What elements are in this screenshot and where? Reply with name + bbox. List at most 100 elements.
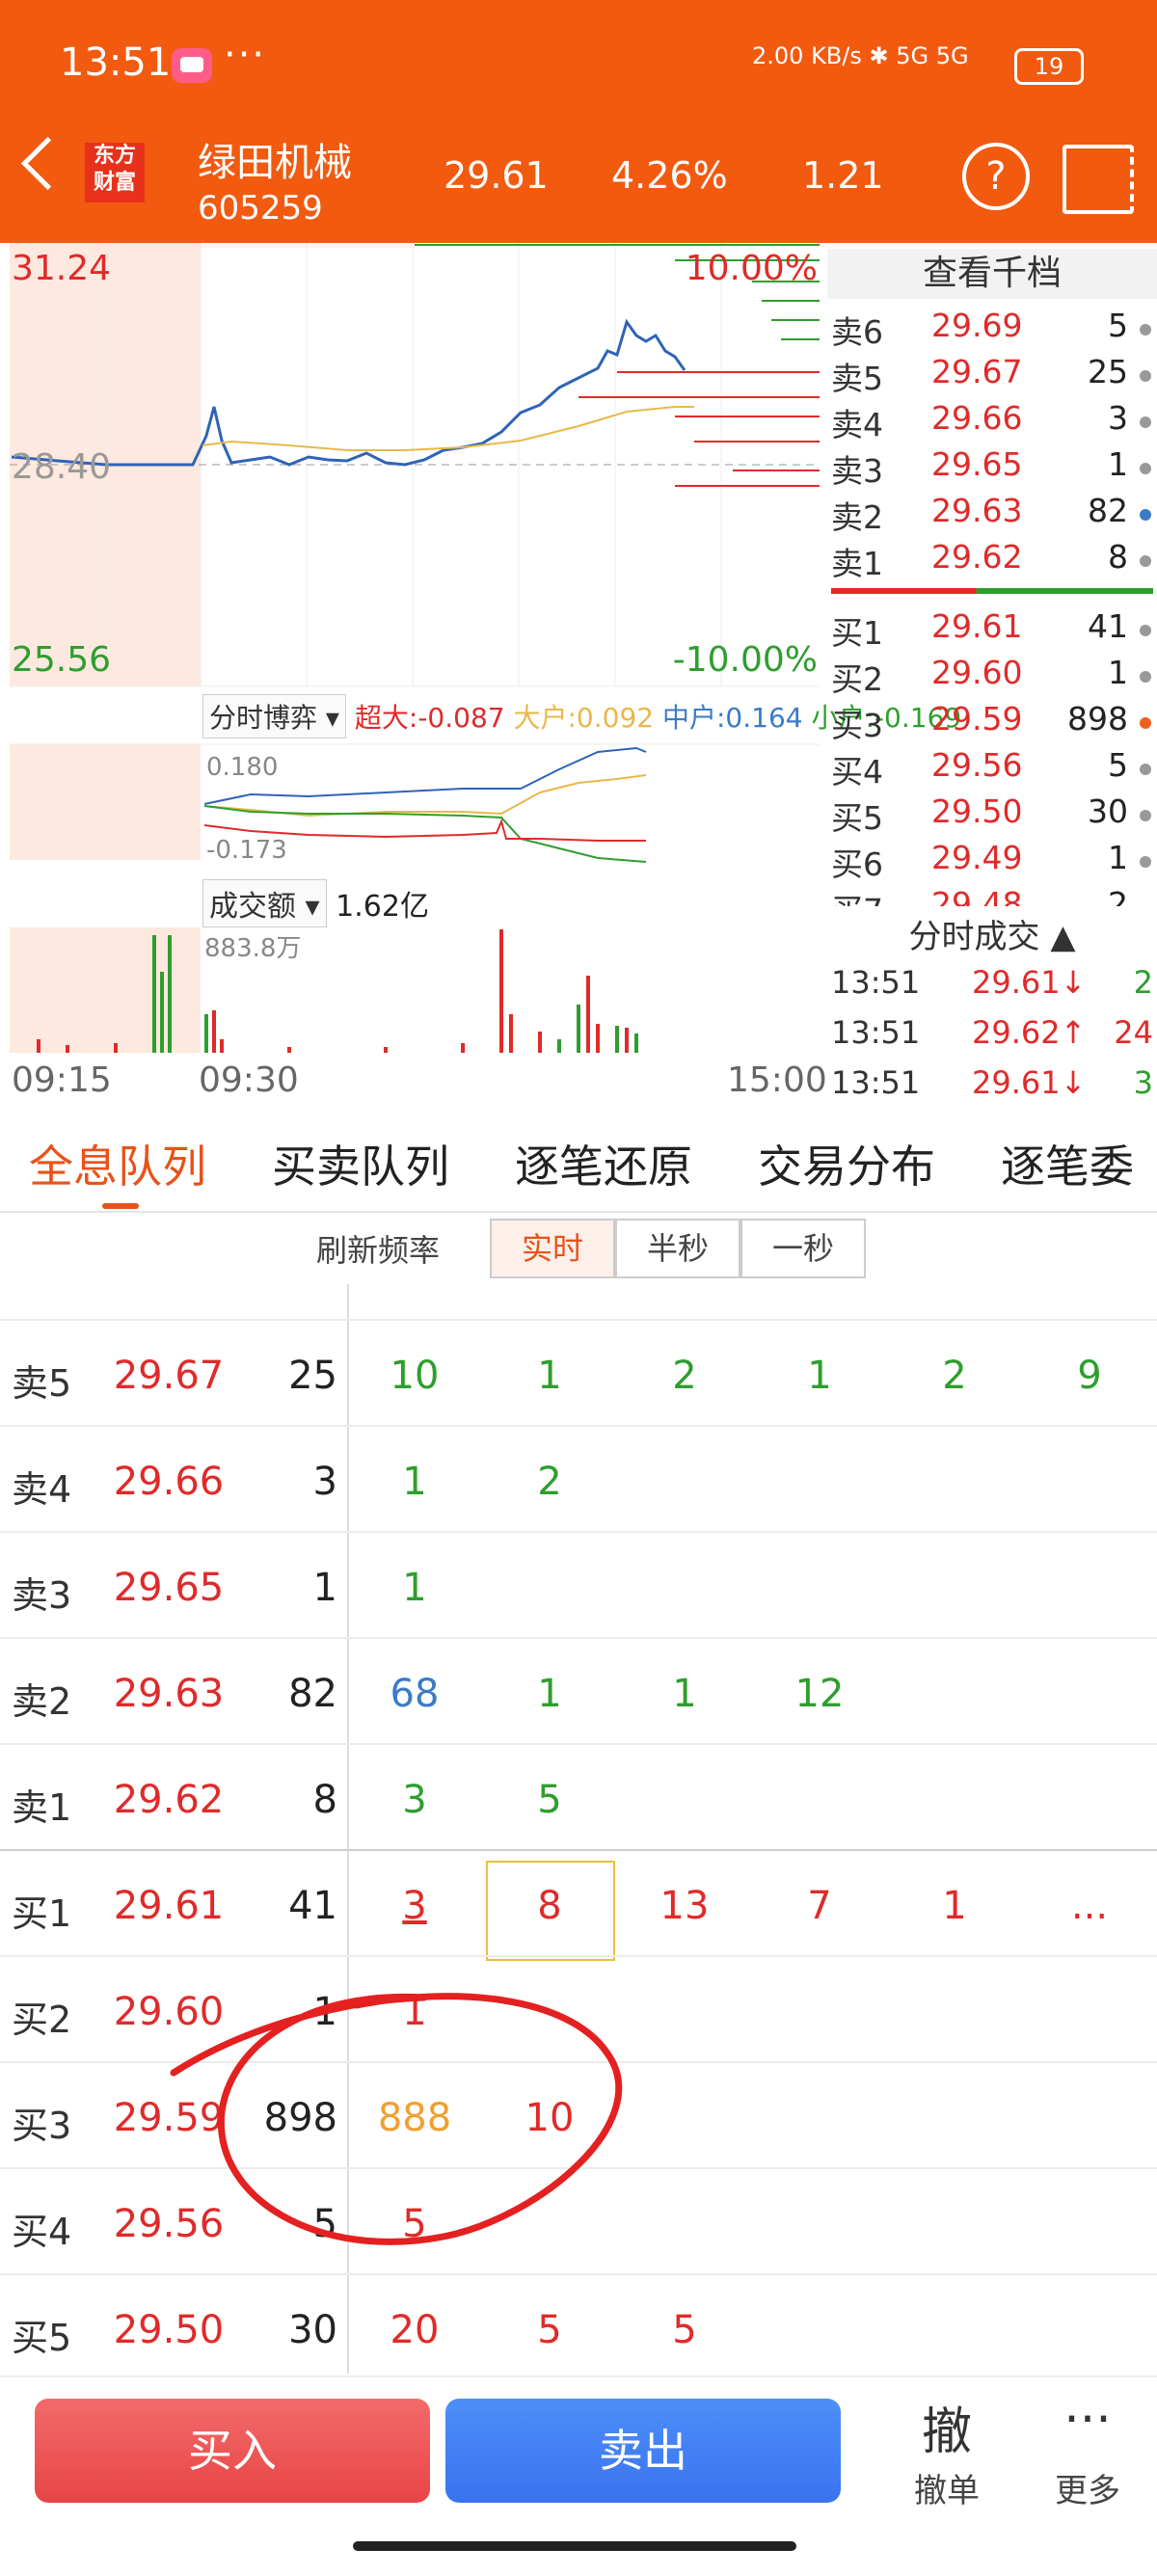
app-logo: 东方财富 xyxy=(85,143,145,202)
queue-level: 买1 xyxy=(12,1892,72,1935)
tab-tick-replay[interactable]: 逐笔还原 xyxy=(515,1132,692,1195)
indicator-select[interactable]: 分时博弈 ▾ xyxy=(202,694,346,738)
dot-icon xyxy=(1140,370,1151,382)
queue-order: 5 xyxy=(672,2308,697,2352)
stock-code: 605259 xyxy=(198,189,323,228)
header-change-pct: 4.26% xyxy=(611,154,728,197)
trade-price: 29.62↑ xyxy=(972,1014,1087,1051)
time-close: 15:00 xyxy=(727,1060,827,1100)
ask-row[interactable]: 卖3 29.65 1 xyxy=(827,445,1157,492)
queue-order: 10 xyxy=(390,1354,440,1398)
tab-full-queue[interactable]: 全息队列 xyxy=(29,1132,206,1195)
trade-volume: 2 xyxy=(1133,964,1153,1001)
battery-icon: 19 xyxy=(1014,48,1084,85)
avg-price-line xyxy=(202,406,694,451)
intraday-chart[interactable]: 31.24 28.40 25.56 10.00% -10.00% 0.180 -… xyxy=(0,243,825,1091)
refresh-onesec-button[interactable]: 一秒 xyxy=(740,1219,866,1278)
ask-row[interactable]: 卖5 29.67 25 xyxy=(827,353,1157,399)
chart-high-label: 31.24 xyxy=(12,249,111,288)
ask-label: 卖4 xyxy=(831,406,883,443)
bid-volume: 898 xyxy=(1067,700,1128,738)
hand-drawn-circle-annotation xyxy=(170,1993,623,2245)
bid-volume: 2 xyxy=(1108,885,1128,906)
bid-row[interactable]: 买6 29.49 1 xyxy=(827,839,1157,885)
bid-row[interactable]: 买7 29.48 2 xyxy=(827,885,1157,906)
cancel-order-label[interactable]: 撤单 xyxy=(889,2464,1005,2511)
buy-button[interactable]: 买入 xyxy=(35,2399,430,2503)
more-label[interactable]: 更多 xyxy=(1030,2464,1145,2511)
trade-time: 13:51 xyxy=(831,1064,921,1101)
bid-price: 29.50 xyxy=(931,792,1023,830)
queue-total: 3 xyxy=(312,1460,337,1504)
bid-price: 29.61 xyxy=(931,607,1023,645)
queue-row[interactable]: 卖5 29.67 25 10 1 2 1 2 9 xyxy=(0,1319,1157,1427)
queue-level: 买4 xyxy=(12,2211,72,2253)
app-notification-icon xyxy=(172,48,212,83)
queue-level: 卖1 xyxy=(12,1786,72,1829)
volume-select-label: 成交额 xyxy=(209,890,296,924)
volume-select[interactable]: 成交额 ▾ xyxy=(202,879,327,927)
ask-label: 卖5 xyxy=(831,360,883,397)
bid-row[interactable]: 买1 29.61 41 xyxy=(827,607,1157,654)
queue-row[interactable]: 卖3 29.65 1 1 xyxy=(0,1531,1157,1639)
queue-order: 20 xyxy=(390,2308,440,2352)
landscape-toggle-icon[interactable] xyxy=(1063,145,1134,214)
bid-volume: 5 xyxy=(1108,746,1128,784)
trade-price: 29.61↓ xyxy=(972,964,1087,1001)
pre-market-shade-ind xyxy=(10,744,201,860)
chart-prev-close-label: 28.40 xyxy=(12,447,111,487)
queue-order: 2 xyxy=(537,1460,562,1504)
queue-price: 29.50 xyxy=(113,2308,225,2352)
queue-price: 29.63 xyxy=(113,1672,225,1716)
refresh-halfsec-button[interactable]: 半秒 xyxy=(615,1219,740,1278)
refresh-realtime-button[interactable]: 实时 xyxy=(490,1219,615,1278)
queue-more[interactable]: ... xyxy=(1022,1884,1157,1928)
queue-order: 1 xyxy=(537,1354,562,1398)
ask-row[interactable]: 卖2 29.63 82 xyxy=(827,492,1157,538)
queue-level: 买2 xyxy=(12,1999,72,2041)
bid-row[interactable]: 买5 29.50 30 xyxy=(827,792,1157,839)
bid-row[interactable]: 买4 29.56 5 xyxy=(827,746,1157,792)
queue-total: 25 xyxy=(288,1354,337,1398)
queue-row[interactable]: 卖4 29.66 3 1 2 xyxy=(0,1425,1157,1533)
bid-row[interactable]: 买2 29.60 1 xyxy=(827,654,1157,700)
trade-price: 29.61↓ xyxy=(972,1064,1087,1101)
dot-icon xyxy=(1140,856,1151,868)
ask-price: 29.62 xyxy=(931,538,1023,576)
trade-row: 13:51 29.61↓ 3 xyxy=(827,1064,1157,1111)
queue-level: 卖4 xyxy=(12,1468,72,1511)
view-depth-button[interactable]: 查看千档 xyxy=(827,249,1157,299)
ask-price: 29.66 xyxy=(931,399,1023,437)
dot-icon xyxy=(1140,509,1151,521)
sell-button[interactable]: 卖出 xyxy=(445,2399,841,2503)
help-icon[interactable]: ? xyxy=(962,143,1030,210)
more-icon[interactable]: ··· xyxy=(1030,2391,1145,2449)
down-limit-label: -10.00% xyxy=(673,640,818,680)
selected-order-highlight xyxy=(486,1861,615,1961)
queue-row[interactable]: 买5 29.50 30 20 5 5 xyxy=(0,2273,1157,2381)
home-indicator[interactable] xyxy=(353,2541,796,2551)
bid-row[interactable]: 买3 29.59 898 xyxy=(827,700,1157,746)
queue-row[interactable]: 卖1 29.62 8 3 5 xyxy=(0,1743,1157,1851)
bid-label: 买2 xyxy=(831,660,883,698)
trade-ticks-header[interactable]: 分时成交 ▲ xyxy=(827,910,1157,957)
more-notifications-icon: ··· xyxy=(224,33,267,77)
ind-super-value: 超大:-0.087 xyxy=(354,702,505,734)
queue-level: 卖5 xyxy=(12,1362,72,1405)
tab-bar: 全息队列 买卖队列 逐笔还原 交易分布 逐笔委 xyxy=(0,1114,1157,1213)
ind-max-label: 0.180 xyxy=(206,753,278,782)
cancel-order-icon[interactable]: 撤 xyxy=(889,2391,1005,2463)
queue-row[interactable]: 卖2 29.63 82 68 1 1 12 xyxy=(0,1637,1157,1745)
tab-trade-distribution[interactable]: 交易分布 xyxy=(758,1132,935,1195)
ask-row[interactable]: 卖6 29.69 5 xyxy=(827,307,1157,353)
queue-order: 12 xyxy=(794,1672,845,1716)
dot-icon xyxy=(1140,324,1151,335)
bid-volume: 41 xyxy=(1088,607,1128,645)
ask-row[interactable]: 卖4 29.66 3 xyxy=(827,399,1157,445)
tab-bid-ask-queue[interactable]: 买卖队列 xyxy=(272,1132,449,1195)
ask-row[interactable]: 卖1 29.62 8 xyxy=(827,538,1157,584)
queue-price: 29.67 xyxy=(113,1354,225,1398)
trade-volume: 24 xyxy=(1114,1014,1153,1051)
tab-tick-orders[interactable]: 逐笔委 xyxy=(1001,1132,1134,1195)
vol-max-label: 883.8万 xyxy=(204,934,301,963)
